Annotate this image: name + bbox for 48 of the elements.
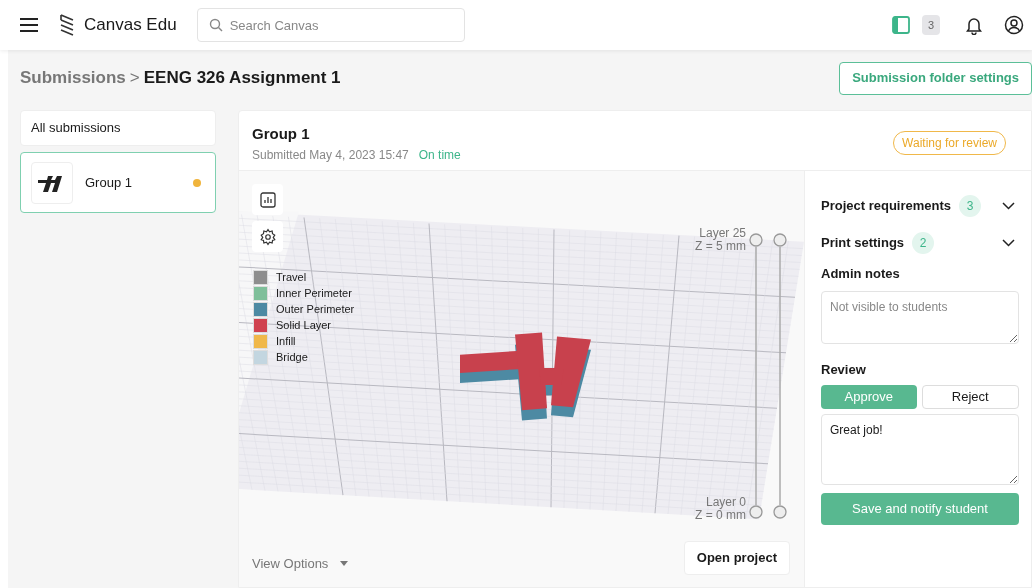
all-submissions-item[interactable]: All submissions (20, 110, 216, 146)
chevron-icon (1002, 201, 1015, 210)
chart-icon (259, 191, 276, 208)
legend-label: Infill (276, 333, 296, 349)
section-label: Review (821, 360, 867, 379)
legend-label: Solid Layer (276, 317, 332, 333)
count-badge: 3 (921, 14, 940, 36)
settings-button[interactable] (252, 221, 283, 252)
caret-icon (340, 560, 349, 566)
layer-label: Layer 0 (705, 496, 746, 509)
height-label: Z = 0 mm (695, 509, 746, 522)
thumbnail-icon (31, 161, 73, 204)
section-label: Admin notes (821, 265, 901, 283)
chevron-icon (1002, 238, 1015, 247)
admin-notes-field[interactable]: Not visible to students (821, 290, 1019, 344)
chart-button[interactable] (252, 184, 283, 215)
layer-slider-drawing[interactable] (749, 233, 789, 519)
legend-label: Bridge (276, 349, 308, 365)
timeliness-label: On time (418, 147, 461, 164)
view-options-dropdown[interactable]: View Options (252, 553, 349, 573)
submission-name: Group 1 (85, 173, 133, 192)
count-badge: 3 (959, 194, 982, 217)
breadcrumb-separator: > (129, 67, 140, 90)
submitted-date: Submitted May 4, 2023 15:47 (252, 147, 409, 164)
bell-icon[interactable] (964, 15, 984, 35)
review-comment-field[interactable]: Great job! (821, 414, 1019, 485)
count-badge: 2 (912, 231, 935, 254)
layer-label: Layer 25 (699, 227, 746, 240)
breadcrumb-link[interactable]: Submissions (20, 65, 126, 91)
legend-label: Inner Perimeter (276, 285, 352, 301)
legend-label: Outer Perimeter (276, 301, 355, 317)
search-icon (208, 18, 223, 32)
submission-item[interactable]: Group 1 (20, 152, 216, 213)
review-option[interactable]: Reject (921, 385, 1019, 409)
brand-name: Canvas Edu (84, 14, 177, 37)
section-toggle[interactable]: Print settings 2 (821, 224, 1019, 261)
height-label: Z = 5 mm (695, 240, 746, 253)
gear-icon (258, 227, 277, 246)
search-field[interactable]: Search Canvas (196, 8, 465, 42)
open-project-button[interactable]: Open project (683, 541, 790, 575)
user-icon[interactable] (1004, 15, 1024, 35)
page-title: EENG 326 Assignment 1 (143, 67, 341, 90)
panel-icon[interactable] (891, 16, 910, 34)
logo-icon (58, 13, 76, 37)
menu-icon[interactable] (20, 18, 38, 32)
legend-label: Travel (276, 269, 307, 285)
submission-title: Group 1 (252, 124, 311, 144)
section-toggle[interactable]: Project requirements 3 (821, 187, 1019, 224)
